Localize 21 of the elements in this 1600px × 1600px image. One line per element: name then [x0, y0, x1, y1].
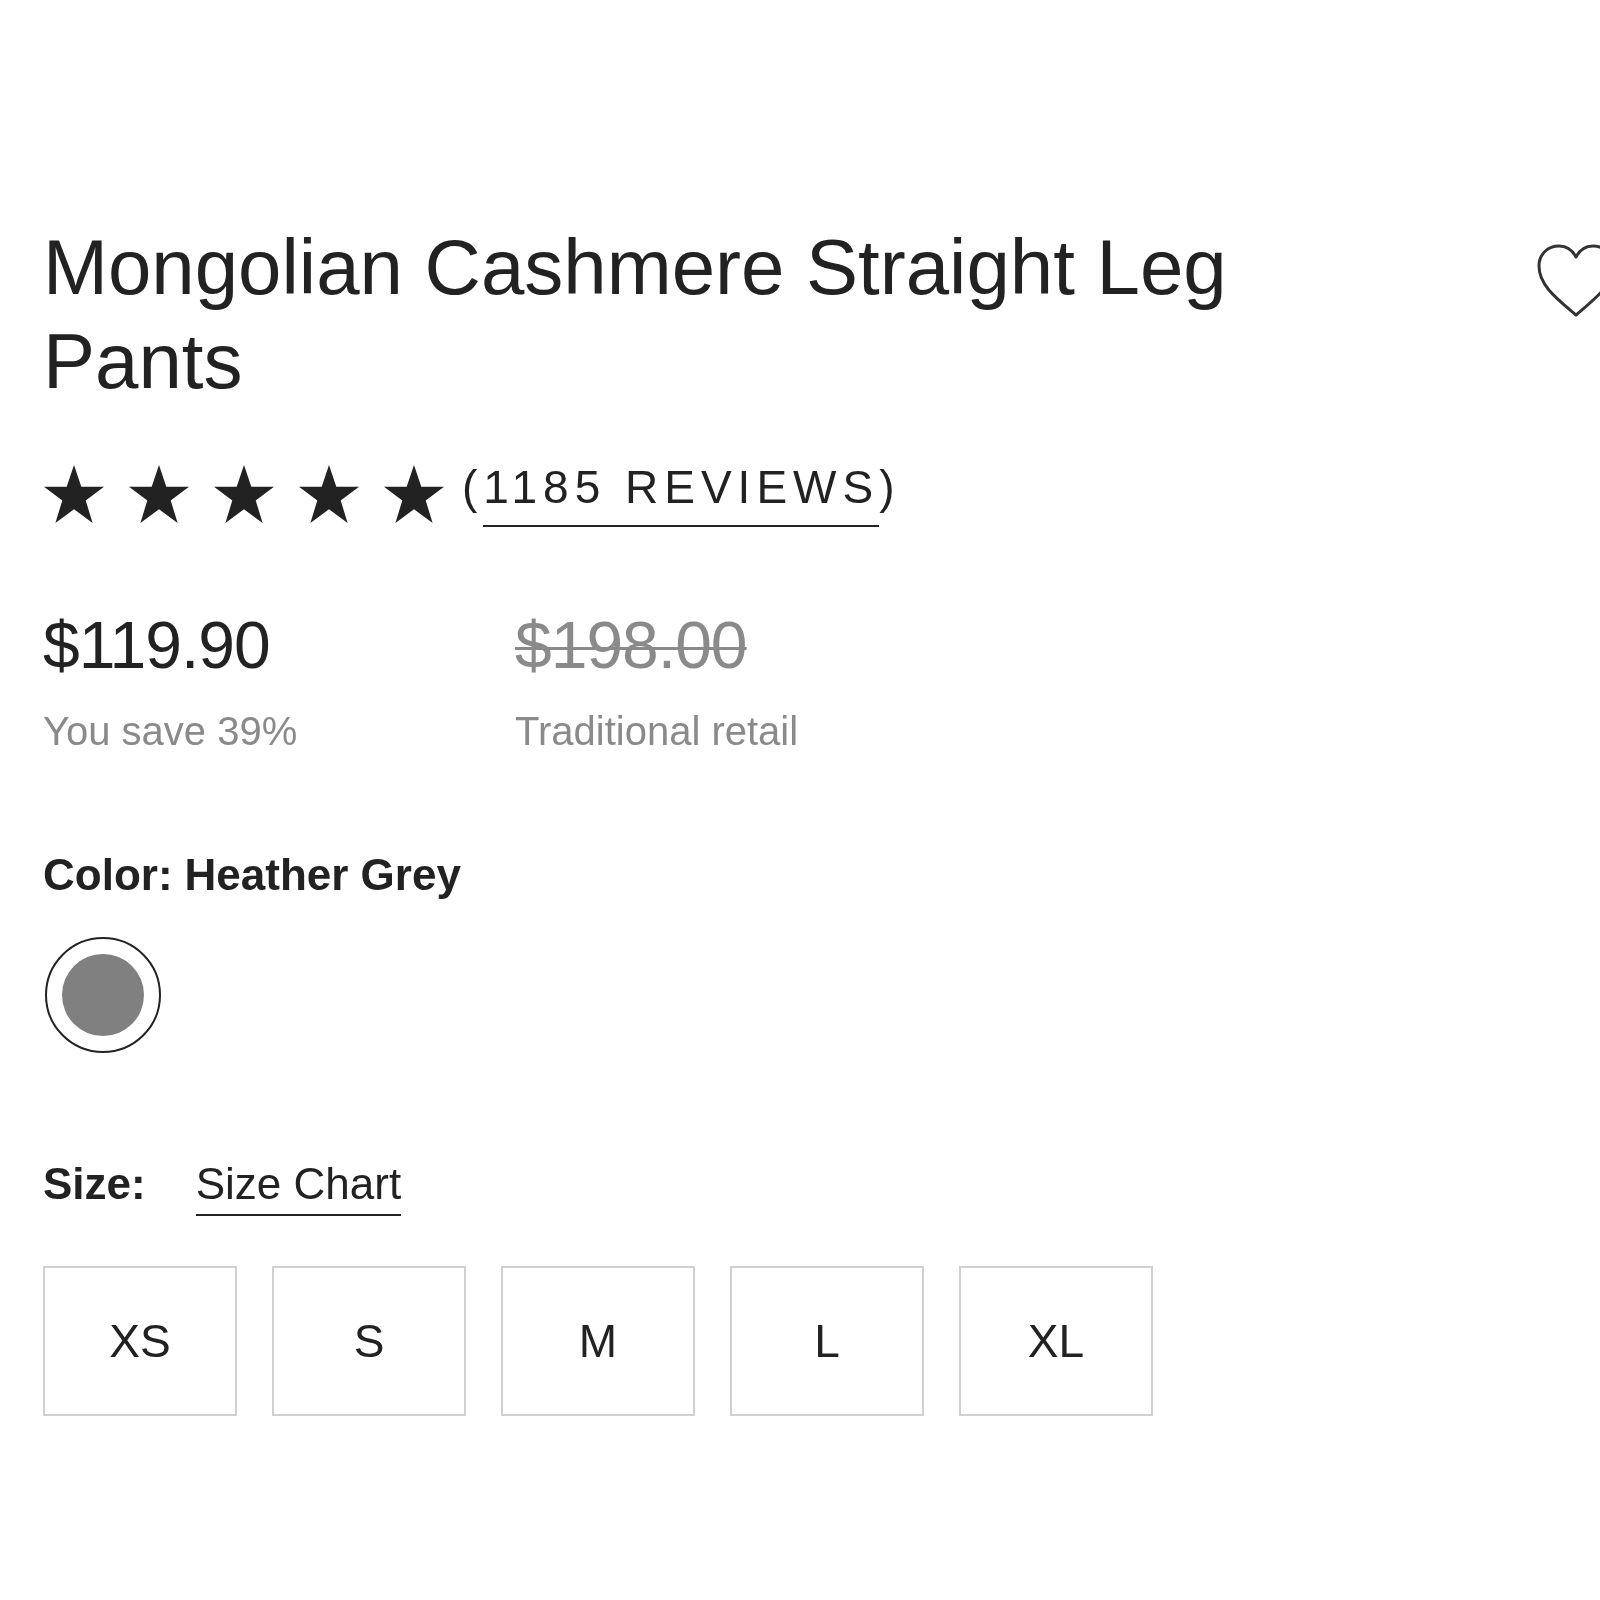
heart-icon[interactable] — [1536, 243, 1600, 319]
star-icon — [298, 464, 360, 524]
star-icon — [128, 464, 190, 524]
size-option[interactable]: XS — [43, 1266, 237, 1416]
size-option[interactable]: M — [501, 1266, 695, 1416]
product-title: Mongolian Cashmere Straight Leg Pants — [43, 222, 1228, 407]
sale-price: $119.90 — [43, 607, 270, 683]
size-label: Size: — [43, 1158, 146, 1210]
size-chart-link[interactable]: Size Chart — [195, 1158, 402, 1216]
color-value: Heather Grey — [184, 849, 461, 901]
size-option[interactable]: XL — [959, 1266, 1153, 1416]
star-icon — [213, 464, 275, 524]
savings-note: You save 39% — [43, 708, 298, 755]
size-option[interactable]: S — [272, 1266, 466, 1416]
size-option[interactable]: L — [730, 1266, 924, 1416]
star-icon — [43, 464, 105, 524]
retail-price: $198.00 — [515, 607, 747, 683]
retail-note: Traditional retail — [515, 708, 799, 755]
color-label: Color: — [43, 849, 173, 901]
star-icon — [383, 464, 445, 524]
reviews-link[interactable]: (1185 REVIEWS) — [462, 461, 901, 527]
